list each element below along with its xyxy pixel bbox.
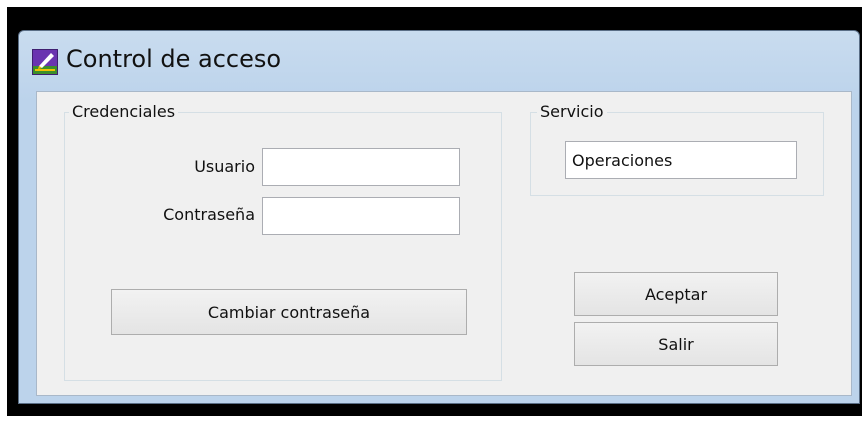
service-input[interactable]	[565, 141, 797, 179]
window-title: Control de acceso	[66, 45, 282, 73]
service-group: Servicio	[530, 102, 824, 196]
accept-button[interactable]: Aceptar	[574, 272, 778, 316]
credentials-group: Credenciales Usuario Contraseña Cambiar …	[64, 102, 502, 381]
dialog-client-area: Credenciales Usuario Contraseña Cambiar …	[36, 91, 852, 396]
user-label: Usuario	[194, 157, 255, 176]
change-password-button[interactable]: Cambiar contraseña	[111, 289, 467, 335]
title-bar[interactable]: Control de acceso	[19, 31, 859, 91]
password-input[interactable]	[262, 197, 460, 235]
app-pen-icon	[32, 49, 58, 75]
access-control-window: Control de acceso Credenciales Usuario C…	[18, 30, 860, 404]
password-label: Contraseña	[163, 205, 255, 224]
exit-button[interactable]: Salir	[574, 322, 778, 366]
service-group-label: Servicio	[537, 102, 607, 122]
credentials-group-label: Credenciales	[69, 102, 179, 122]
user-input[interactable]	[262, 148, 460, 186]
